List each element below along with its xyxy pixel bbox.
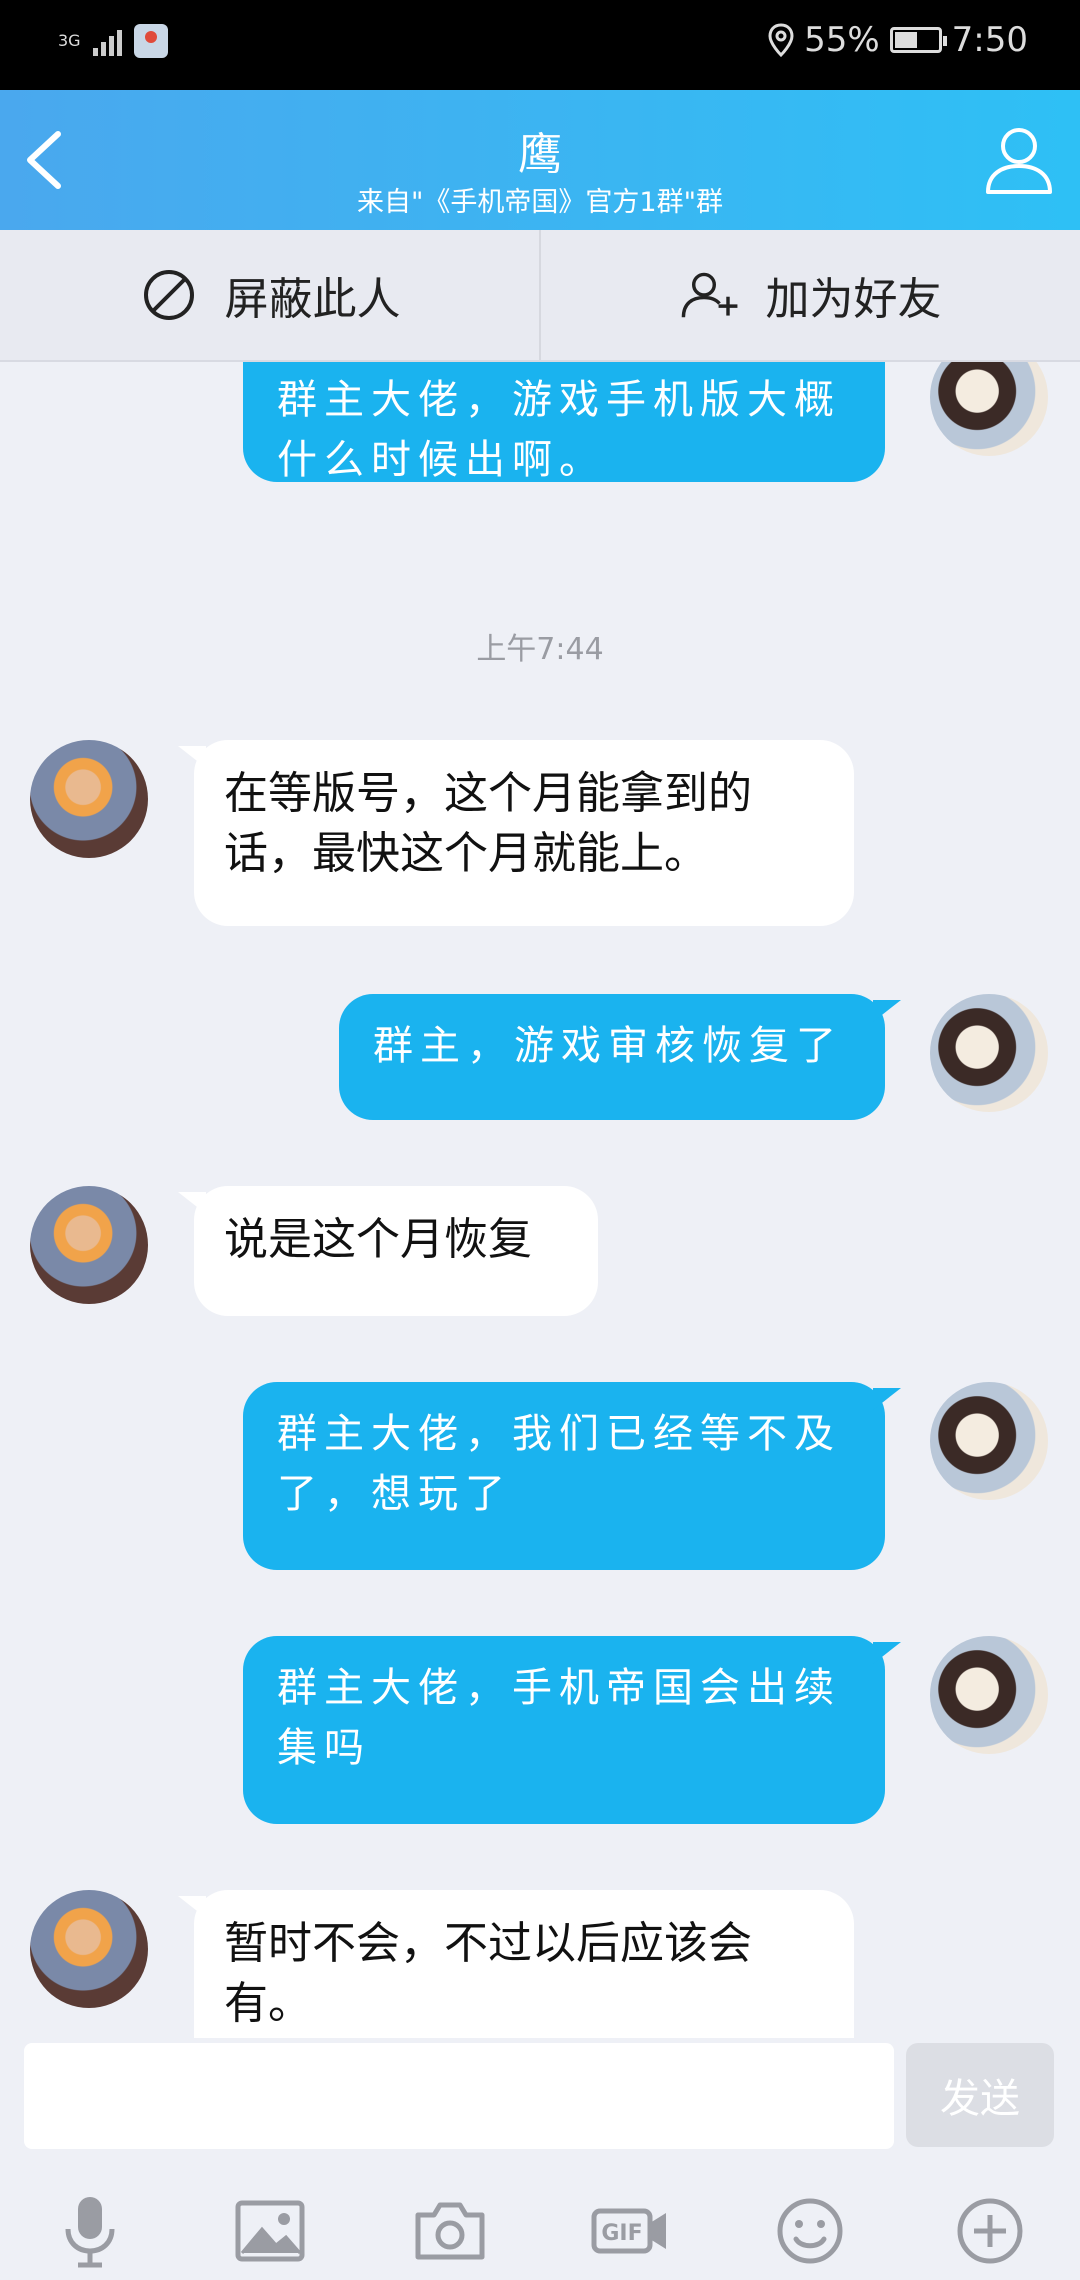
emoji-icon — [777, 2198, 843, 2264]
microphone-icon — [65, 2197, 115, 2268]
message-list[interactable]: 群主大佬，游戏手机版大概什么时候出啊。 上午7:44 在等版号，这个月能拿到的话… — [0, 362, 1080, 2038]
message-input[interactable] — [24, 2043, 894, 2149]
avatar-other[interactable] — [30, 1890, 148, 2008]
send-button[interactable]: 发送 — [906, 2043, 1054, 2147]
status-bar: 3G 55% 7:50 — [0, 0, 1080, 90]
message-bubble-self[interactable]: 群主，游戏审核恢复了 — [339, 994, 901, 1120]
message-text: 群主，游戏审核恢复了 — [373, 1023, 843, 1069]
group-source: 来自"《手机帝国》官方1群"群 — [356, 187, 723, 218]
action-bar: 屏蔽此人 加为好友 — [0, 230, 1080, 362]
message-bubble-other[interactable]: 说是这个月恢复 — [178, 1186, 598, 1316]
gif-button[interactable]: GIF — [585, 2186, 675, 2276]
camera-icon — [415, 2202, 485, 2260]
message-text: 群主大佬，手机帝国会出续集吗 — [277, 1665, 841, 1771]
message-bubble-other[interactable]: 在等版号，这个月能拿到的话，最快这个月就能上。 — [178, 740, 854, 926]
message-timestamp: 上午7:44 — [476, 632, 604, 667]
avatar-self[interactable] — [930, 1382, 1048, 1500]
message-bubble-self[interactable]: 群主大佬，我们已经等不及了，想玩了 — [243, 1382, 901, 1570]
avatar-other[interactable] — [30, 740, 148, 858]
more-button[interactable] — [945, 2186, 1035, 2276]
add-friend-button[interactable]: 加为好友 — [539, 230, 1080, 360]
plus-icon — [957, 2198, 1023, 2264]
signal-icon — [92, 26, 122, 56]
block-user-label: 屏蔽此人 — [224, 274, 401, 325]
add-user-icon — [681, 272, 737, 318]
gif-label: GIF — [601, 2221, 642, 2246]
battery-icon — [889, 27, 947, 53]
emoji-button[interactable] — [765, 2186, 855, 2276]
message-text: 说是这个月恢复 — [224, 1214, 532, 1265]
avatar-other[interactable] — [30, 1186, 148, 1304]
input-toolbar: GIF — [0, 2186, 1080, 2276]
map-notification-icon — [133, 24, 168, 58]
block-user-button[interactable]: 屏蔽此人 — [0, 230, 539, 360]
battery-percent: 55% — [804, 20, 880, 60]
message-text: 在等版号，这个月能拿到的话，最快这个月就能上。 — [224, 768, 752, 879]
avatar-self[interactable] — [930, 362, 1048, 456]
avatar-self[interactable] — [930, 1636, 1048, 1754]
clock: 7:50 — [951, 20, 1028, 60]
camera-button[interactable] — [405, 2186, 495, 2276]
photo-button[interactable] — [225, 2186, 315, 2276]
add-friend-label: 加为好友 — [765, 274, 942, 325]
voice-button[interactable] — [45, 2186, 135, 2276]
message-text: 群主大佬，游戏手机版大概什么时候出啊。 — [277, 377, 841, 483]
page-title: 鹰 — [518, 129, 562, 180]
message-bubble-other[interactable]: 暂时不会，不过以后应该会有。 — [178, 1890, 854, 2038]
profile-button[interactable] — [984, 124, 1054, 196]
message-text: 暂时不会，不过以后应该会有。 — [224, 1918, 752, 2029]
image-icon — [235, 2200, 305, 2262]
network-type: 3G — [58, 31, 81, 50]
avatar-self[interactable] — [930, 994, 1048, 1112]
message-bubble-self[interactable]: 群主大佬，手机帝国会出续集吗 — [243, 1636, 901, 1824]
message-bubble-self[interactable]: 群主大佬，游戏手机版大概什么时候出啊。 — [243, 362, 885, 483]
block-icon — [143, 270, 194, 320]
chat-header: 鹰 来自"《手机帝国》官方1群"群 — [0, 90, 1080, 230]
input-bar: 发送 GIF — [0, 2038, 1080, 2280]
location-icon — [768, 23, 794, 57]
message-text: 群主大佬，我们已经等不及了，想玩了 — [277, 1411, 841, 1517]
gif-icon: GIF — [591, 2208, 666, 2254]
user-icon — [986, 128, 1052, 194]
